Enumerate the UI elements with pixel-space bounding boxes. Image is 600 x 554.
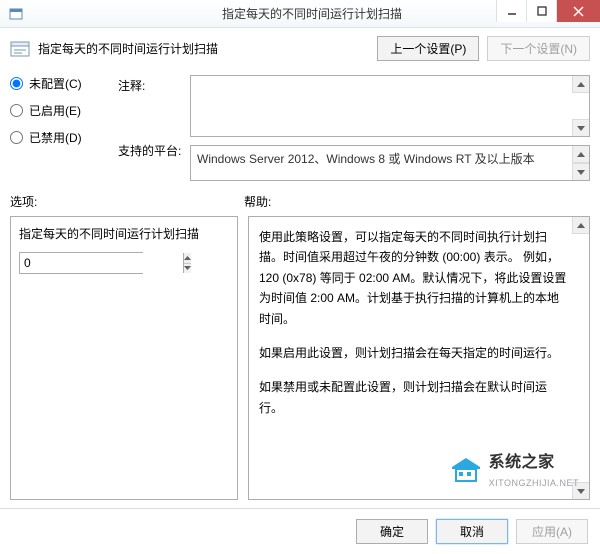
radio-disabled-input[interactable] — [10, 131, 23, 144]
radio-unconfigured[interactable]: 未配置(C) — [10, 75, 110, 92]
apply-button: 应用(A) — [516, 519, 588, 544]
next-setting-button: 下一个设置(N) — [487, 36, 590, 61]
minimize-button[interactable] — [496, 0, 526, 22]
radio-enabled-label: 已启用(E) — [29, 102, 81, 119]
radio-unconfigured-label: 未配置(C) — [29, 75, 82, 92]
scroll-up-button[interactable] — [572, 76, 589, 93]
policy-icon — [10, 39, 30, 59]
config-state-radiogroup: 未配置(C) 已启用(E) 已禁用(D) — [10, 75, 110, 181]
footer: 确定 取消 应用(A) — [0, 508, 600, 554]
radio-enabled-input[interactable] — [10, 104, 23, 117]
help-scroll-up[interactable] — [572, 217, 589, 234]
previous-setting-button[interactable]: 上一个设置(P) — [377, 36, 479, 61]
header-row: 指定每天的不同时间运行计划扫描 上一个设置(P) 下一个设置(N) — [10, 36, 590, 61]
option-value-stepper[interactable] — [19, 252, 143, 274]
radio-disabled-label: 已禁用(D) — [29, 129, 82, 146]
radio-unconfigured-input[interactable] — [10, 77, 23, 90]
platform-scroll-up[interactable] — [572, 146, 589, 163]
platform-label: 支持的平台: — [118, 142, 182, 159]
options-pane: 指定每天的不同时间运行计划扫描 — [10, 216, 238, 500]
help-paragraph-2: 如果启用此设置，则计划扫描会在每天指定的时间运行。 — [259, 343, 567, 363]
comment-field[interactable] — [191, 76, 589, 136]
cancel-button[interactable]: 取消 — [436, 519, 508, 544]
radio-enabled[interactable]: 已启用(E) — [10, 102, 110, 119]
platform-box: Windows Server 2012、Windows 8 或 Windows … — [190, 145, 590, 181]
option-title: 指定每天的不同时间运行计划扫描 — [19, 225, 229, 242]
spin-down-button[interactable] — [184, 264, 191, 274]
platform-text: Windows Server 2012、Windows 8 或 Windows … — [191, 146, 589, 180]
ok-button[interactable]: 确定 — [356, 519, 428, 544]
help-label: 帮助: — [244, 193, 271, 210]
header-label: 指定每天的不同时间运行计划扫描 — [38, 40, 218, 57]
watermark-text-zh: 系统之家 — [489, 449, 579, 476]
maximize-button[interactable] — [526, 0, 556, 22]
option-value-input[interactable] — [20, 253, 183, 273]
watermark: 系统之家 XITONGZHIJIA.NET — [449, 449, 579, 491]
radio-disabled[interactable]: 已禁用(D) — [10, 129, 110, 146]
close-button[interactable] — [556, 0, 600, 22]
titlebar: 指定每天的不同时间运行计划扫描 — [0, 0, 600, 28]
comment-field-wrap — [190, 75, 590, 137]
scroll-down-button[interactable] — [572, 119, 589, 136]
comment-label: 注释: — [118, 77, 182, 94]
help-pane: 使用此策略设置，可以指定每天的不同时间执行计划扫描。时间值采用超过午夜的分钟数 … — [248, 216, 590, 500]
help-paragraph-3: 如果禁用或未配置此设置，则计划扫描会在默认时间运行。 — [259, 377, 567, 418]
watermark-text-en: XITONGZHIJIA.NET — [489, 476, 579, 491]
app-icon — [8, 6, 24, 22]
options-label: 选项: — [10, 193, 244, 210]
help-paragraph-1: 使用此策略设置，可以指定每天的不同时间执行计划扫描。时间值采用超过午夜的分钟数 … — [259, 227, 567, 329]
watermark-logo-icon — [449, 456, 483, 484]
platform-scroll-down[interactable] — [572, 163, 589, 180]
spin-up-button[interactable] — [184, 253, 191, 264]
